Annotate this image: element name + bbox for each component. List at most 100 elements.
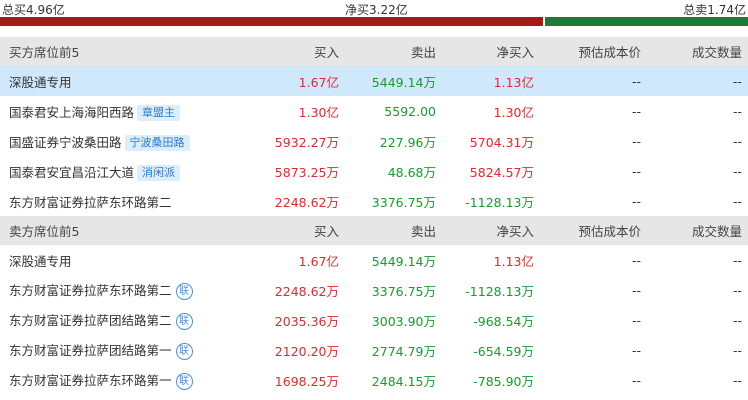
sell-amount-cell: 5449.14万 bbox=[345, 66, 442, 96]
volume-cell: -- bbox=[732, 103, 742, 119]
trader-alias-tag[interactable]: 消闲派 bbox=[137, 164, 181, 181]
linked-seat-icon[interactable]: 联 bbox=[175, 313, 193, 330]
seat-name-cell[interactable]: 国泰君安宜昌沿江大道 消闲派 bbox=[0, 156, 248, 186]
seat-name-cell[interactable]: 国盛证券宁波桑田路 宁波桑田路 bbox=[0, 126, 248, 156]
header-est-cost: 预估成本价 bbox=[540, 216, 647, 245]
sell-ratio-segment bbox=[545, 17, 748, 26]
est-cost-cell: -- bbox=[631, 372, 641, 388]
buy-amount-cell: 2248.62万 bbox=[274, 283, 339, 299]
volume-cell: -- bbox=[732, 312, 742, 328]
volume-cell: -- bbox=[732, 163, 742, 179]
summary-bar-labels: 总买4.96亿 净买3.22亿 总卖1.74亿 bbox=[0, 0, 748, 17]
sell-section-header: 卖方席位前5 买入 卖出 净买入 预估成本价 成交数量 bbox=[0, 216, 748, 245]
table-row[interactable]: 国泰君安宜昌沿江大道 消闲派 5873.25万 48.68万 5824.57万 -- -- bbox=[0, 156, 748, 186]
seat-name-cell[interactable]: 深股通专用 bbox=[0, 245, 248, 275]
header-est-cost: 预估成本价 bbox=[540, 37, 647, 66]
header-net-buy: 净买入 bbox=[442, 37, 540, 66]
sell-amount-cell: 3376.75万 bbox=[371, 283, 436, 299]
table-row[interactable]: 东方财富证券拉萨东环路第二 2248.62万 3376.75万 -1128.13万 --… bbox=[0, 186, 748, 216]
seat-name[interactable]: 东方财富证券拉萨东环路第二 bbox=[9, 283, 172, 298]
buy-amount-cell: 5932.27万 bbox=[274, 134, 339, 150]
seat-name-cell[interactable]: 东方财富证券拉萨团结路第一联 bbox=[0, 335, 248, 365]
linked-seat-icon[interactable]: 联 bbox=[175, 373, 193, 390]
seat-name-cell[interactable]: 深股通专用 bbox=[0, 66, 248, 96]
seat-name[interactable]: 国泰君安宜昌沿江大道 bbox=[9, 165, 134, 180]
est-cost-cell: -- bbox=[631, 163, 641, 179]
seat-name[interactable]: 东方财富证券拉萨团结路第一 bbox=[9, 343, 172, 358]
buy-amount-cell: 2120.20万 bbox=[274, 343, 339, 359]
net-buy-cell: 5704.31万 bbox=[469, 134, 534, 150]
buy-amount-cell: 1698.25万 bbox=[274, 373, 339, 389]
net-buy-cell: 5824.57万 bbox=[469, 164, 534, 180]
seat-name[interactable]: 东方财富证券拉萨东环路第二 bbox=[9, 195, 172, 210]
table-row[interactable]: 深股通专用 1.67亿 5449.14万 1.13亿 -- -- bbox=[0, 245, 748, 275]
table-row[interactable]: 东方财富证券拉萨团结路第二联 2035.36万 3003.90万 -968.54万 --… bbox=[0, 305, 748, 335]
net-buy-label: 净买3.22亿 bbox=[345, 3, 408, 17]
table-row[interactable]: 东方财富证券拉萨东环路第一联 1698.25万 2484.15万 -785.90万 --… bbox=[0, 365, 748, 395]
net-buy-cell: -1128.13万 bbox=[465, 283, 534, 299]
seat-name-cell[interactable]: 东方财富证券拉萨团结路第二联 bbox=[0, 305, 248, 335]
buy-amount-cell: 2035.36万 bbox=[274, 313, 339, 329]
volume-cell: -- bbox=[732, 372, 742, 388]
est-cost-cell: -- bbox=[631, 312, 641, 328]
table-row[interactable]: 深股通专用 1.67亿 5449.14万 1.13亿 -- -- bbox=[0, 66, 748, 96]
est-cost-cell: -- bbox=[631, 342, 641, 358]
buy-sell-ratio-bar bbox=[0, 17, 748, 26]
header-seat-name: 买方席位前5 bbox=[0, 37, 248, 66]
header-net-buy: 净买入 bbox=[442, 216, 540, 245]
table-row[interactable]: 东方财富证券拉萨团结路第一联 2120.20万 2774.79万 -654.59万 --… bbox=[0, 335, 748, 365]
seat-name[interactable]: 东方财富证券拉萨团结路第二 bbox=[9, 313, 172, 328]
volume-cell: -- bbox=[732, 193, 742, 209]
sell-amount-cell: 2484.15万 bbox=[371, 373, 436, 389]
table-row[interactable]: 国盛证券宁波桑田路 宁波桑田路 5932.27万 227.96万 5704.31万 -- -… bbox=[0, 126, 748, 156]
buy-amount-cell: 1.30亿 bbox=[298, 104, 339, 120]
sell-amount-cell: 2774.79万 bbox=[371, 343, 436, 359]
net-buy-cell: 1.30亿 bbox=[493, 104, 534, 120]
seat-name-cell[interactable]: 东方财富证券拉萨东环路第一联 bbox=[0, 365, 248, 395]
header-volume: 成交数量 bbox=[647, 216, 748, 245]
header-sell-amount: 卖出 bbox=[345, 37, 442, 66]
sell-amount-cell: 48.68万 bbox=[387, 164, 436, 180]
seat-name[interactable]: 深股通专用 bbox=[9, 75, 72, 90]
seat-name[interactable]: 国泰君安上海海阳西路 bbox=[9, 105, 134, 120]
buy-amount-cell: 1.67亿 bbox=[298, 253, 339, 269]
volume-cell: -- bbox=[732, 133, 742, 149]
net-buy-cell: -654.59万 bbox=[473, 343, 534, 359]
trader-alias-tag[interactable]: 章盟主 bbox=[137, 104, 181, 121]
sell-amount-cell: 5449.14万 bbox=[371, 253, 436, 269]
trader-alias-tag[interactable]: 宁波桑田路 bbox=[124, 134, 190, 151]
est-cost-cell: -- bbox=[631, 282, 641, 298]
volume-cell: -- bbox=[732, 252, 742, 268]
est-cost-cell: -- bbox=[631, 133, 641, 149]
linked-seat-icon[interactable]: 联 bbox=[175, 343, 193, 360]
volume-cell: -- bbox=[732, 342, 742, 358]
volume-cell: -- bbox=[647, 66, 748, 96]
seat-table: 买方席位前5 买入 卖出 净买入 预估成本价 成交数量 深股通专用 1.67亿 5449.14万… bbox=[0, 37, 748, 395]
buy-amount-cell: 5873.25万 bbox=[274, 164, 339, 180]
header-buy-amount: 买入 bbox=[248, 216, 345, 245]
net-buy-cell: 1.13亿 bbox=[442, 66, 540, 96]
header-buy-amount: 买入 bbox=[248, 37, 345, 66]
table-row[interactable]: 东方财富证券拉萨东环路第二联 2248.62万 3376.75万 -1128.13万 -… bbox=[0, 275, 748, 305]
net-buy-cell: -968.54万 bbox=[473, 313, 534, 329]
header-seat-name: 卖方席位前5 bbox=[0, 216, 248, 245]
buy-amount-cell: 2248.62万 bbox=[274, 194, 339, 210]
seat-name[interactable]: 东方财富证券拉萨东环路第一 bbox=[9, 373, 172, 388]
seat-name[interactable]: 深股通专用 bbox=[9, 254, 72, 269]
total-buy-label: 总买4.96亿 bbox=[2, 3, 65, 17]
sell-amount-cell: 3376.75万 bbox=[371, 194, 436, 210]
table-row[interactable]: 国泰君安上海海阳西路 章盟主 1.30亿 5592.00 1.30亿 -- -- bbox=[0, 96, 748, 126]
header-sell-amount: 卖出 bbox=[345, 216, 442, 245]
sell-amount-cell: 5592.00 bbox=[384, 103, 436, 119]
est-cost-cell: -- bbox=[631, 193, 641, 209]
sell-amount-cell: 3003.90万 bbox=[371, 313, 436, 329]
seat-name[interactable]: 国盛证券宁波桑田路 bbox=[9, 135, 122, 150]
seat-name-cell[interactable]: 国泰君安上海海阳西路 章盟主 bbox=[0, 96, 248, 126]
header-volume: 成交数量 bbox=[647, 37, 748, 66]
seat-name-cell[interactable]: 东方财富证券拉萨东环路第二 bbox=[0, 186, 248, 216]
net-buy-cell: -1128.13万 bbox=[465, 194, 534, 210]
buy-amount-cell: 1.67亿 bbox=[248, 66, 345, 96]
seat-name-cell[interactable]: 东方财富证券拉萨东环路第二联 bbox=[0, 275, 248, 305]
net-buy-cell: -785.90万 bbox=[473, 373, 534, 389]
linked-seat-icon[interactable]: 联 bbox=[175, 283, 193, 300]
